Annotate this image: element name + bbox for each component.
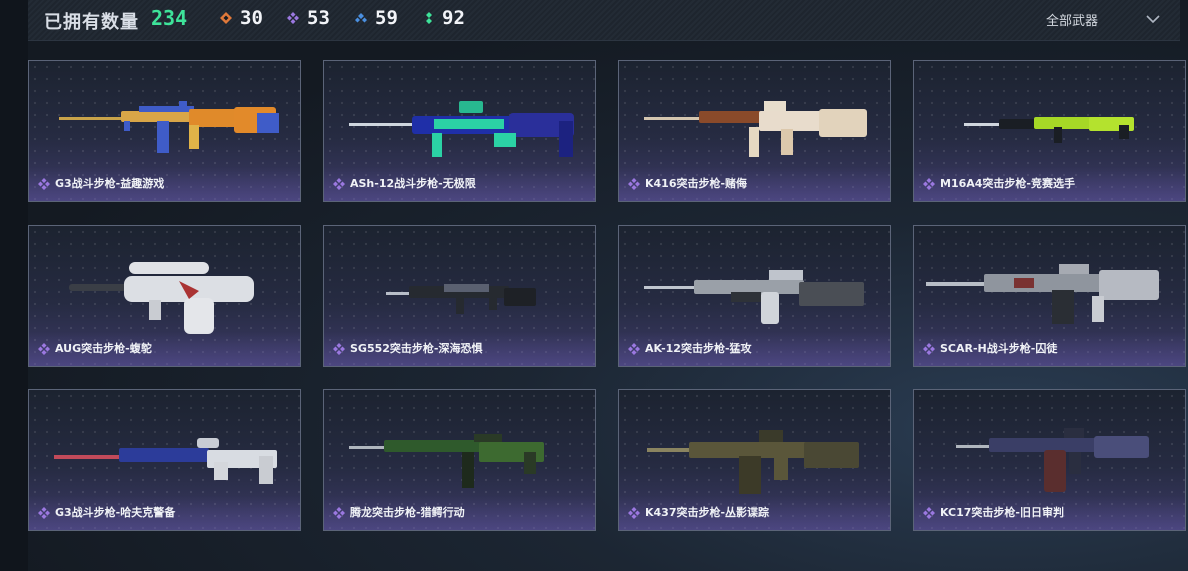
- stat-purple: 53: [287, 7, 330, 29]
- purple-rarity-icon: [923, 178, 935, 190]
- purple-rarity-icon: [333, 507, 345, 519]
- orange-rarity-icon: [220, 12, 232, 24]
- weapon-name: AUG突击步枪-蝮鸵: [55, 342, 152, 355]
- weapon-name: K416突击步枪-赌侮: [645, 177, 748, 190]
- purple-rarity-icon: [287, 12, 299, 24]
- weapon-filter-label: 全部武器: [1045, 13, 1098, 29]
- weapon-name: ASh-12战斗步枪-无极限: [350, 177, 476, 190]
- weapon-card[interactable]: AK-12突击步枪-猛攻: [618, 225, 891, 367]
- weapon-card[interactable]: ASh-12战斗步枪-无极限: [323, 60, 596, 202]
- weapon-name: G3战斗步枪-哈夫克警备: [55, 506, 176, 519]
- weapon-name: KC17突击步枪-旧日审判: [940, 506, 1064, 519]
- owned-count-label: 已拥有数量: [44, 12, 139, 33]
- weapon-name: SG552突击步枪-深海恐惧: [350, 342, 483, 355]
- purple-rarity-icon: [333, 343, 345, 355]
- weapon-name: 腾龙突击步枪-猎鳄行动: [350, 506, 465, 519]
- inventory-header: 已拥有数量 234 30 53 59 92 全部武器: [28, 0, 1180, 41]
- stat-purple-count: 53: [307, 7, 330, 29]
- purple-rarity-icon: [38, 507, 50, 519]
- weapon-name: G3战斗步枪-益趣游戏: [55, 177, 165, 190]
- purple-rarity-icon: [923, 343, 935, 355]
- weapon-name: SCAR-H战斗步枪-囚徒: [940, 342, 1058, 355]
- purple-rarity-icon: [38, 178, 50, 190]
- chevron-down-icon: [1146, 15, 1160, 24]
- weapon-name: K437突击步枪-丛影谍踪: [645, 506, 770, 519]
- weapon-card[interactable]: G3战斗步枪-益趣游戏: [28, 60, 301, 202]
- stat-orange: 30: [220, 7, 263, 29]
- weapon-card[interactable]: K416突击步枪-赌侮: [618, 60, 891, 202]
- purple-rarity-icon: [38, 343, 50, 355]
- weapon-card[interactable]: KC17突击步枪-旧日审判: [913, 389, 1186, 531]
- weapon-card[interactable]: 腾龙突击步枪-猎鳄行动: [323, 389, 596, 531]
- stat-green: 92: [424, 7, 465, 29]
- weapon-card[interactable]: SCAR-H战斗步枪-囚徒: [913, 225, 1186, 367]
- purple-rarity-icon: [333, 178, 345, 190]
- purple-rarity-icon: [628, 507, 640, 519]
- stat-blue-count: 59: [375, 7, 398, 29]
- owned-count-value: 234: [151, 6, 188, 30]
- stat-orange-count: 30: [240, 7, 263, 29]
- weapon-card[interactable]: K437突击步枪-丛影谍踪: [618, 389, 891, 531]
- weapon-filter-dropdown[interactable]: 全部武器: [1046, 0, 1160, 38]
- purple-rarity-icon: [923, 507, 935, 519]
- purple-rarity-icon: [628, 178, 640, 190]
- weapon-card[interactable]: AUG突击步枪-蝮鸵: [28, 225, 301, 367]
- weapon-card[interactable]: M16A4突击步枪-竞赛选手: [913, 60, 1186, 202]
- stat-green-count: 92: [442, 7, 465, 29]
- purple-rarity-icon: [628, 343, 640, 355]
- left-edge-strip: [0, 0, 28, 571]
- weapon-card[interactable]: SG552突击步枪-深海恐惧: [323, 225, 596, 367]
- weapon-name: M16A4突击步枪-竞赛选手: [940, 177, 1075, 190]
- weapon-name: AK-12突击步枪-猛攻: [645, 342, 752, 355]
- stat-blue: 59: [355, 7, 398, 29]
- blue-rarity-icon: [355, 13, 367, 23]
- weapon-card[interactable]: G3战斗步枪-哈夫克警备: [28, 389, 301, 531]
- green-rarity-icon: [426, 12, 432, 24]
